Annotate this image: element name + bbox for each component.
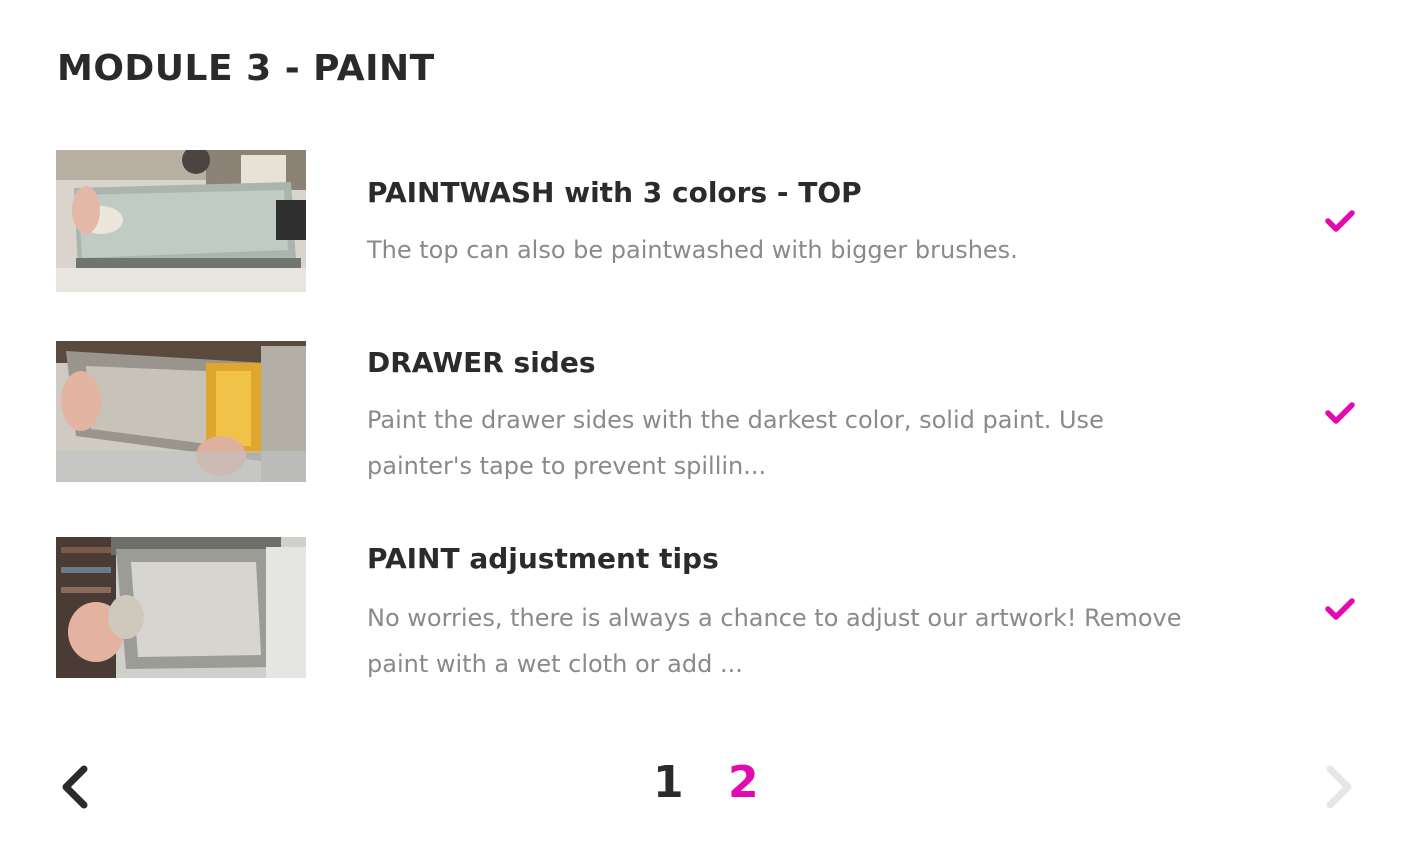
lesson-description: No worries, there is always a chance to …	[367, 604, 1182, 678]
thumbnail-image	[56, 150, 306, 292]
pagination: 1 2	[0, 755, 1410, 819]
lesson-item-drawer-sides[interactable]: DRAWER sides Paint the drawer sides with…	[56, 340, 1356, 482]
lesson-title[interactable]: PAINT adjustment tips	[367, 542, 719, 575]
lesson-title[interactable]: DRAWER sides	[367, 346, 596, 379]
lesson-thumbnail[interactable]	[56, 536, 306, 678]
check-icon	[1324, 400, 1356, 426]
module-title: MODULE 3 - PAINT	[57, 48, 435, 89]
chevron-left-icon[interactable]	[56, 763, 96, 811]
lesson-item-paintwash-top[interactable]: PAINTWASH with 3 colors - TOP The top ca…	[56, 150, 1356, 292]
check-icon	[1324, 208, 1356, 234]
lesson-item-paint-adjustment-tips[interactable]: PAINT adjustment tips No worries, there …	[56, 536, 1356, 678]
lesson-thumbnail[interactable]	[56, 150, 306, 292]
thumbnail-image	[56, 537, 306, 678]
page-2-current[interactable]: 2	[728, 757, 759, 808]
lesson-description: The top can also be paintwashed with big…	[367, 236, 1018, 264]
lesson-thumbnail[interactable]	[56, 340, 306, 482]
thumbnail-image	[56, 341, 306, 482]
chevron-right-icon[interactable]	[1318, 763, 1358, 811]
lesson-title[interactable]: PAINTWASH with 3 colors - TOP	[367, 176, 862, 209]
check-icon	[1324, 596, 1356, 622]
page-1-link[interactable]: 1	[653, 757, 684, 808]
lesson-description: Paint the drawer sides with the darkest …	[367, 406, 1104, 480]
